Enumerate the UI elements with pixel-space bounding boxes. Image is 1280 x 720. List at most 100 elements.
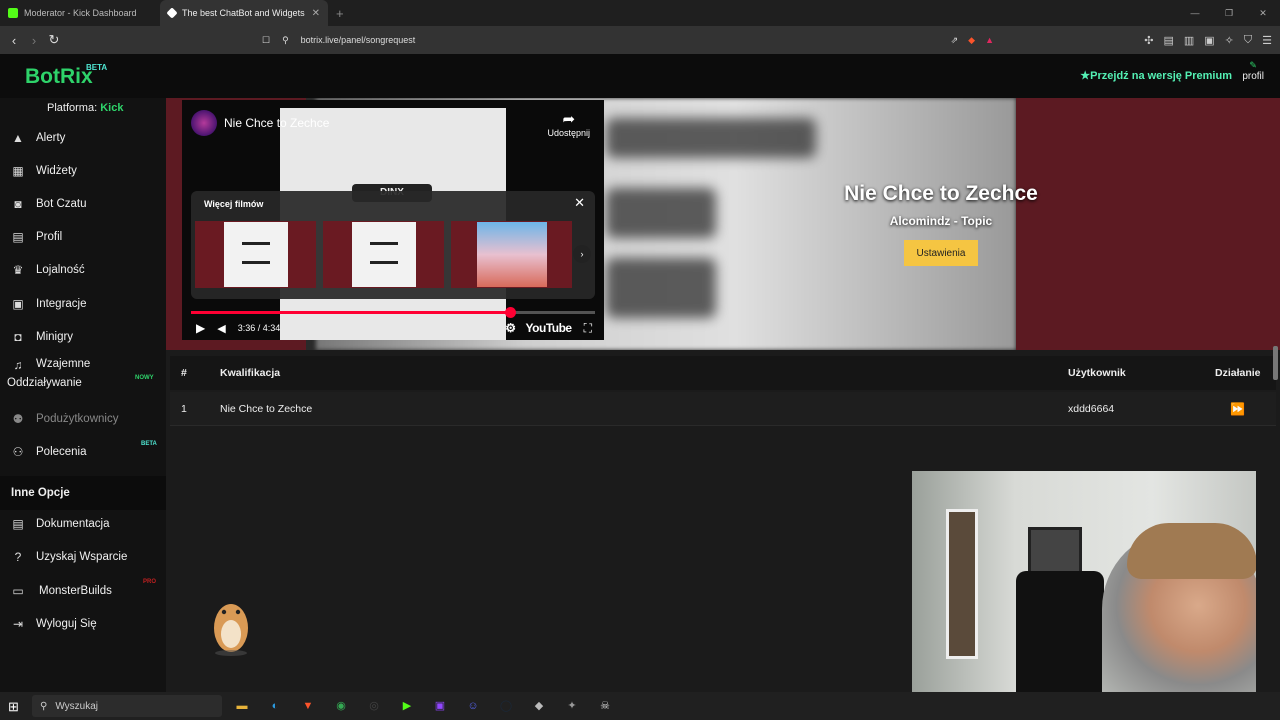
- url-field[interactable]: ☐ ⚲ botrix.live/panel/songrequest ⇗ ◆ ▲: [256, 29, 1000, 51]
- settings-button[interactable]: Ustawienia: [904, 240, 978, 266]
- cs-icon[interactable]: ✦: [561, 695, 583, 717]
- hamster-sticker: [214, 604, 248, 656]
- twitch-icon[interactable]: ▣: [429, 695, 451, 717]
- sidebar-item-integracje[interactable]: ▣ Integracje: [0, 289, 166, 319]
- webcam-chair: [1016, 571, 1104, 692]
- gamepad-icon: ◘: [14, 330, 22, 344]
- platform-indicator: Platforma: Kick: [47, 102, 123, 114]
- cover-blur-shape: [606, 188, 716, 238]
- card-thumbnail: [477, 222, 547, 287]
- tab-kick-dashboard[interactable]: Moderator - Kick Dashboard: [0, 0, 160, 26]
- bookmark-icon[interactable]: ☐: [262, 35, 270, 46]
- wallet-icon[interactable]: ▤: [1163, 34, 1173, 47]
- share-page-icon[interactable]: ⇗: [951, 35, 959, 46]
- back-icon[interactable]: ‹: [4, 33, 24, 48]
- close-tab-icon[interactable]: ✕: [312, 8, 320, 19]
- sidebar-item-label: Integracje: [36, 298, 87, 310]
- botrix-favicon-icon: [166, 7, 178, 19]
- restore-icon[interactable]: ❐: [1212, 0, 1246, 26]
- shield-app-icon[interactable]: ◆: [528, 695, 550, 717]
- profile-button[interactable]: ✎ profil: [1242, 60, 1264, 82]
- player-controls: ▶ ◀ 3:36 / 4:34 ⚙ YouTube ⛶: [196, 319, 592, 337]
- site-info-icon[interactable]: ⚲: [282, 35, 289, 46]
- vpn-icon[interactable]: ⛉: [1244, 34, 1252, 47]
- sidebar-item-label: Profil: [36, 231, 63, 243]
- suggested-video-card[interactable]: [195, 221, 316, 288]
- volume-icon[interactable]: ◀: [217, 322, 225, 335]
- forward-icon[interactable]: ›: [24, 33, 44, 48]
- scrollbar[interactable]: [1273, 346, 1278, 380]
- brave-icon[interactable]: ▼: [297, 695, 319, 717]
- address-bar: ‹ › ↻ ☐ ⚲ botrix.live/panel/songrequest …: [0, 26, 1280, 54]
- sidebar-item-poduzytkownicy[interactable]: ⚉ Podużytkownicy: [0, 404, 166, 434]
- taskbar-apps: ▬ ◐ ▼ ◉ ◎ ▶ ▣ ☺ ◯ ◆ ✦ ☠: [231, 695, 616, 717]
- sidebar-item-bot-czatu[interactable]: ◙ Bot Czatu: [0, 189, 166, 219]
- book-icon: ▤: [12, 517, 24, 531]
- fullscreen-icon[interactable]: ⛶: [584, 321, 592, 336]
- sidebar-item-uzyskaj-wsparcie[interactable]: ? Uzyskaj Wsparcie: [0, 542, 166, 572]
- sidebar-item-polecenia[interactable]: ⚇ Polecenia BETA: [0, 437, 166, 467]
- sidebar-item-monsterbuilds[interactable]: ▭ MonsterBuilds PRO: [0, 576, 166, 606]
- edge-icon[interactable]: ◐: [264, 695, 286, 717]
- sidebar-item-wyloguj[interactable]: ⇥ Wyloguj Się: [0, 609, 166, 639]
- sidebar: Platforma: Kick ▲ Alerty ▦ Widżety ◙ Bot…: [0, 98, 166, 692]
- premium-link[interactable]: ★Przejdź na wersję Premium: [1080, 69, 1232, 82]
- wallet2-icon[interactable]: ▣: [1204, 34, 1214, 47]
- tab-botrix[interactable]: The best ChatBot and Widgets f ✕: [160, 0, 328, 26]
- suggested-video-card[interactable]: [451, 221, 572, 288]
- row-number: 1: [181, 403, 187, 415]
- sidebar-item-dokumentacja[interactable]: ▤ Dokumentacja: [0, 509, 166, 539]
- sidebar-item-wzajemne-oddzialywanie[interactable]: ♫ Wzajemne Oddziaływanie NOWY: [0, 358, 166, 398]
- channel-avatar[interactable]: [191, 110, 217, 136]
- close-icon[interactable]: ✕: [574, 195, 585, 211]
- skip-forward-icon[interactable]: ⏩: [1230, 402, 1245, 416]
- warning-icon: ▲: [12, 131, 24, 145]
- settings-gear-icon[interactable]: ⚙: [505, 321, 516, 335]
- sidebar-item-widzety[interactable]: ▦ Widżety: [0, 156, 166, 186]
- progress-bar[interactable]: [191, 307, 595, 318]
- row-title: Nie Chce to Zechce: [220, 403, 313, 415]
- sidebar-item-profil[interactable]: ▤ Profil: [0, 222, 166, 252]
- brave-shield-icon[interactable]: ◆: [968, 35, 975, 46]
- sidebar-item-alerty[interactable]: ▲ Alerty: [0, 123, 166, 153]
- progress-knob[interactable]: [505, 307, 517, 318]
- reload-icon[interactable]: ↻: [44, 32, 64, 48]
- youtube-logo[interactable]: ⚙ YouTube: [505, 321, 572, 335]
- progress-fill: [191, 311, 511, 314]
- sidebar-item-minigry[interactable]: ◘ Minigry: [0, 322, 166, 352]
- other-options-heading: Inne Opcje: [0, 476, 166, 510]
- suggested-video-card[interactable]: [323, 221, 444, 288]
- menu-icon[interactable]: ☰: [1262, 34, 1272, 47]
- sidebar-toggle-icon[interactable]: ▥: [1184, 34, 1194, 47]
- now-playing-artist: Alcomindz - Topic: [889, 214, 993, 228]
- new-tab-button[interactable]: +: [328, 0, 352, 26]
- sidebar-item-label-line2: Oddziaływanie: [7, 377, 82, 389]
- close-window-icon[interactable]: ✕: [1246, 0, 1280, 26]
- skull-icon[interactable]: ☠: [594, 695, 616, 717]
- sidebar-item-label: Wyloguj Się: [36, 618, 97, 630]
- question-icon: ?: [14, 550, 22, 564]
- sidebar-item-lojalnosc[interactable]: ♛ Lojalność: [0, 255, 166, 285]
- video-title[interactable]: Nie Chce to Zechce: [224, 116, 329, 130]
- browser-tab-bar: Moderator - Kick Dashboard The best Chat…: [0, 0, 1280, 26]
- youtube-player[interactable]: DINX Nie Chce to Zechce ➦ Udostępnij Wię…: [182, 100, 604, 340]
- discord-icon[interactable]: ☺: [462, 695, 484, 717]
- brave-rewards-icon[interactable]: ▲: [985, 35, 994, 46]
- cover-blur-shape: [606, 118, 816, 158]
- extensions-icon[interactable]: ✣: [1144, 34, 1153, 47]
- chrome-icon[interactable]: ◉: [330, 695, 352, 717]
- minimize-icon[interactable]: —: [1178, 0, 1212, 26]
- file-explorer-icon[interactable]: ▬: [231, 695, 253, 717]
- leo-icon[interactable]: ✧: [1225, 34, 1234, 47]
- obs-icon[interactable]: ◎: [363, 695, 385, 717]
- share-button[interactable]: ➦ Udostępnij: [547, 110, 590, 138]
- next-arrow-icon[interactable]: ›: [573, 245, 591, 263]
- windows-start-icon[interactable]: ⊞: [8, 699, 19, 715]
- kick-icon[interactable]: ▶: [396, 695, 418, 717]
- botrix-logo[interactable]: BotRix BETA: [25, 63, 107, 89]
- steam-icon[interactable]: ◯: [495, 695, 517, 717]
- play-icon[interactable]: ▶: [196, 321, 205, 335]
- sidebar-item-label: Uzyskaj Wsparcie: [36, 551, 128, 563]
- taskbar-search[interactable]: ⚲ Wyszukaj: [32, 695, 222, 717]
- logout-icon: ⇥: [12, 617, 24, 631]
